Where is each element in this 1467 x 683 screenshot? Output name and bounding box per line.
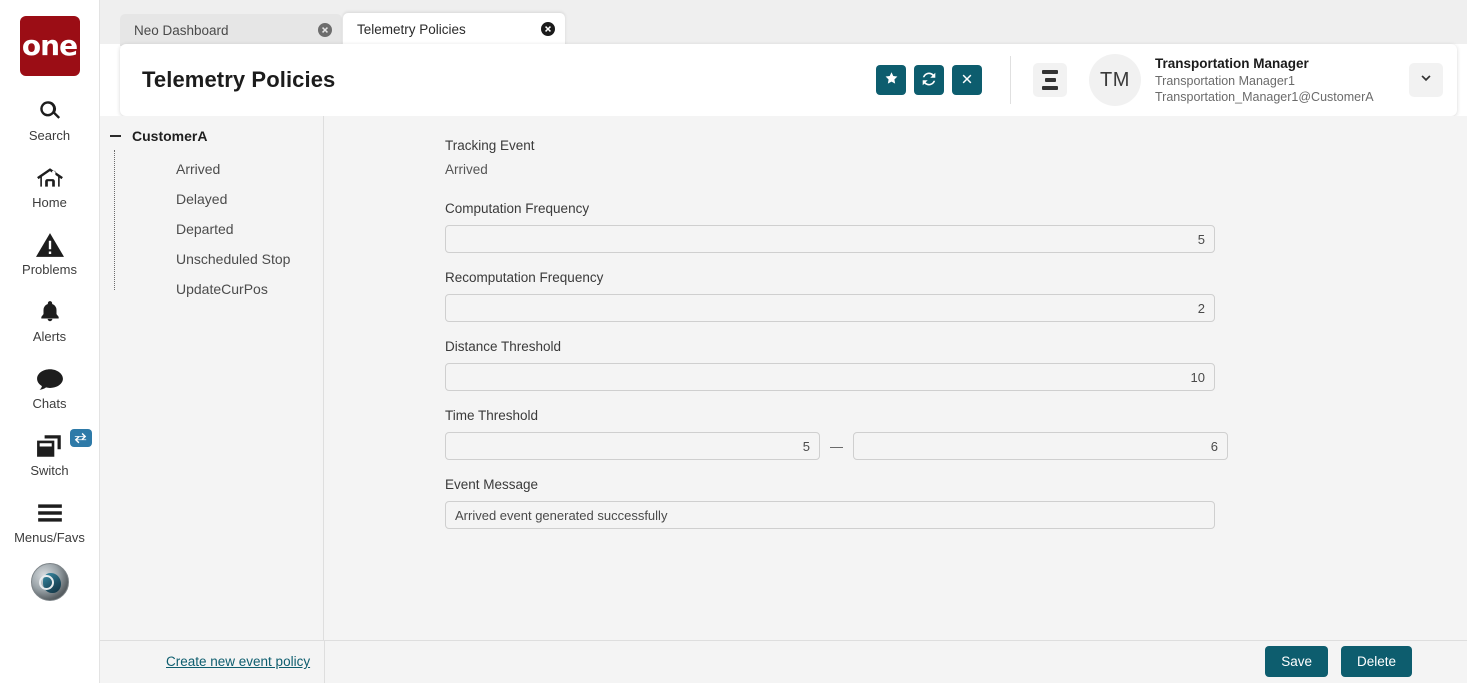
distance-threshold-label: Distance Threshold xyxy=(445,339,562,354)
delete-button[interactable]: Delete xyxy=(1340,646,1412,677)
user-menu-toggle[interactable] xyxy=(1409,63,1443,97)
star-icon xyxy=(884,71,899,89)
rail-item-chats[interactable]: Chats xyxy=(0,364,100,411)
time-threshold-range: — xyxy=(445,432,1228,460)
bell-icon xyxy=(37,297,63,327)
policy-form: Tracking Event Arrived Computation Frequ… xyxy=(325,116,1467,640)
minus-icon[interactable] xyxy=(108,129,122,143)
save-button[interactable]: Save xyxy=(1265,646,1328,677)
page-header: Telemetry Policies TM Transportation Man… xyxy=(120,44,1457,116)
search-icon xyxy=(37,96,63,126)
close-circle-icon[interactable] xyxy=(318,23,332,37)
chat-icon xyxy=(36,364,64,394)
rail-label-menus-favs: Menus/Favs xyxy=(14,530,85,545)
tab-neo-dashboard[interactable]: Neo Dashboard xyxy=(120,14,342,46)
field-event-message: Event Message xyxy=(445,477,1215,529)
page-title: Telemetry Policies xyxy=(142,67,336,92)
logo-text: one xyxy=(21,29,78,62)
rail-label-problems: Problems xyxy=(22,262,77,277)
footer-buttons: Save Delete xyxy=(1265,646,1412,677)
rail-item-switch[interactable]: Switch xyxy=(0,429,100,478)
computation-frequency-label: Computation Frequency xyxy=(445,201,590,216)
x-icon xyxy=(960,72,974,89)
list-menu-icon[interactable] xyxy=(1033,63,1067,97)
rail-label-home: Home xyxy=(32,195,67,210)
tree-root[interactable]: CustomerA xyxy=(100,122,323,150)
time-threshold-to-input[interactable] xyxy=(853,432,1228,460)
user-email: Transportation_Manager1@CustomerA xyxy=(1155,89,1374,104)
user-info: Transportation Manager Transportation Ma… xyxy=(1155,55,1385,104)
close-button[interactable] xyxy=(952,65,982,95)
rail-label-search: Search xyxy=(28,128,71,143)
tab-label: Neo Dashboard xyxy=(134,22,229,38)
warning-icon xyxy=(35,230,64,260)
tree-root-label: CustomerA xyxy=(132,128,208,144)
create-new-event-policy-link[interactable]: Create new event policy xyxy=(166,654,310,669)
tree-item-arrived[interactable]: Arrived xyxy=(100,154,323,184)
tracking-event-label: Tracking Event xyxy=(445,138,535,153)
hamburger-icon xyxy=(36,498,64,528)
rail-item-search[interactable]: Search xyxy=(0,96,100,143)
time-threshold-label: Time Threshold xyxy=(445,408,539,423)
tree-item-departed[interactable]: Departed xyxy=(100,214,323,244)
tree-item-unscheduled-stop[interactable]: Unscheduled Stop xyxy=(100,244,323,274)
home-icon xyxy=(36,163,64,193)
user-role: Transportation Manager xyxy=(1155,56,1309,72)
field-recomputation-frequency: Recomputation Frequency xyxy=(445,270,1215,322)
time-threshold-from-input[interactable] xyxy=(445,432,820,460)
menu-line xyxy=(1042,86,1058,90)
header-action-buttons xyxy=(876,65,982,95)
distance-threshold-input[interactable] xyxy=(445,363,1215,391)
refresh-icon xyxy=(921,71,937,90)
tracking-event-value: Arrived xyxy=(445,162,488,177)
recomputation-frequency-label: Recomputation Frequency xyxy=(445,270,604,285)
chevron-down-icon xyxy=(1419,72,1433,89)
rail-item-home[interactable]: Home xyxy=(0,163,100,210)
rail-item-alerts[interactable]: Alerts xyxy=(0,297,100,344)
header-divider xyxy=(1010,56,1011,104)
field-computation-frequency: Computation Frequency xyxy=(445,201,1215,253)
policy-tree: CustomerA Arrived Delayed Departed Unsch… xyxy=(100,116,324,640)
rail-label-alerts: Alerts xyxy=(32,329,67,344)
range-separator: — xyxy=(830,438,843,454)
app-window: one Search Home Problems Alerts Chats Sw… xyxy=(0,0,1467,683)
tab-telemetry-policies[interactable]: Telemetry Policies xyxy=(343,13,565,48)
field-time-threshold: Time Threshold — xyxy=(445,408,1228,460)
event-message-input[interactable] xyxy=(445,501,1215,529)
refresh-button[interactable] xyxy=(914,65,944,95)
tree-item-updatecurpos[interactable]: UpdateCurPos xyxy=(100,274,323,304)
left-navigation-rail: one Search Home Problems Alerts Chats Sw… xyxy=(0,0,100,683)
windows-icon xyxy=(36,431,64,461)
close-circle-icon[interactable] xyxy=(541,22,555,36)
rail-label-switch: Switch xyxy=(30,463,69,478)
user-photo-icon[interactable] xyxy=(30,563,69,601)
avatar-initials: TM xyxy=(1100,68,1130,91)
menu-line xyxy=(1044,78,1056,82)
event-message-label: Event Message xyxy=(445,477,539,492)
recomputation-frequency-input[interactable] xyxy=(445,294,1215,322)
field-tracking-event: Tracking Event Arrived xyxy=(445,138,535,177)
rail-label-chats: Chats xyxy=(32,396,67,411)
tree-item-delayed[interactable]: Delayed xyxy=(100,184,323,214)
computation-frequency-input[interactable] xyxy=(445,225,1215,253)
menu-line xyxy=(1042,70,1058,74)
swap-arrows-icon[interactable] xyxy=(69,429,92,447)
tab-label: Telemetry Policies xyxy=(357,21,466,37)
tab-strip: Neo Dashboard Telemetry Policies xyxy=(100,0,1467,48)
tree-guide-line xyxy=(114,150,115,290)
main-content: CustomerA Arrived Delayed Departed Unsch… xyxy=(100,116,1467,683)
tree-children: Arrived Delayed Departed Unscheduled Sto… xyxy=(100,150,323,304)
rail-item-problems[interactable]: Problems xyxy=(0,230,100,277)
favorite-button[interactable] xyxy=(876,65,906,95)
field-distance-threshold: Distance Threshold xyxy=(445,339,1215,391)
rail-item-menus-favs[interactable]: Menus/Favs xyxy=(0,498,100,545)
one-logo[interactable]: one xyxy=(19,16,80,76)
avatar[interactable]: TM xyxy=(1089,54,1141,106)
footer-bar: Create new event policy Save Delete xyxy=(100,640,1467,683)
user-name: Transportation Manager1 xyxy=(1155,73,1295,88)
footer-divider xyxy=(324,641,325,683)
